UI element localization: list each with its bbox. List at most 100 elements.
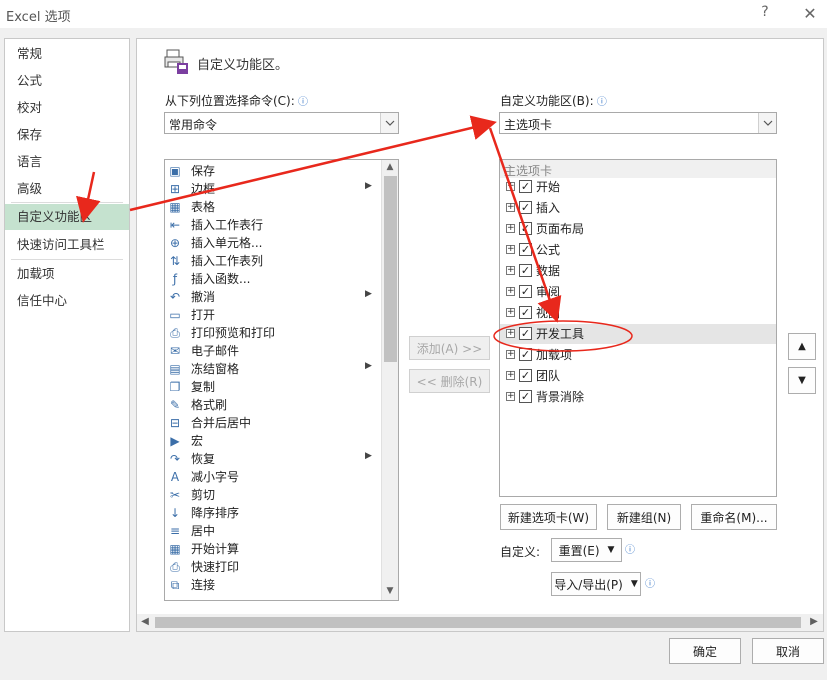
nav-item-save[interactable]: 保存 (5, 122, 129, 148)
list-item[interactable]: ▶ 宏 (165, 432, 375, 450)
expand-icon[interactable]: + (506, 287, 515, 296)
list-item[interactable]: ⊕ 插入单元格... (165, 234, 375, 252)
list-item[interactable]: ▦ 表格 (165, 198, 375, 216)
tab-checkbox[interactable]: ✓ (519, 222, 532, 235)
nav-item-add-ins[interactable]: 加载项 (5, 261, 129, 287)
list-item-label: 打印预览和打印 (191, 326, 276, 340)
list-item[interactable]: ⧉ 连接 (165, 576, 375, 594)
nav-item-formulas[interactable]: 公式 (5, 68, 129, 94)
list-item[interactable]: ✂ 剪切 (165, 486, 375, 504)
add-button[interactable]: 添加(A) >> (409, 336, 490, 360)
cancel-button[interactable]: 取消 (752, 638, 824, 664)
scroll-right-arrow-icon[interactable]: ▶ (809, 616, 819, 627)
expand-icon[interactable]: + (506, 329, 515, 338)
table-icon: ▦ (169, 200, 181, 214)
remove-button[interactable]: << 删除(R) (409, 369, 490, 393)
tab-checkbox[interactable]: ✓ (519, 201, 532, 214)
nav-item-trust-center[interactable]: 信任中心 (5, 288, 129, 314)
tab-checkbox[interactable]: ✓ (519, 369, 532, 382)
tab-checkbox[interactable]: ✓ (519, 264, 532, 277)
new-group-button[interactable]: 新建组(N) (607, 504, 681, 530)
list-item[interactable]: ↷ 恢复 ▶ (165, 450, 375, 468)
commands-list[interactable]: ▣ 保存 ⊞ 边框 ▶ ▦ 表格 ⇤ 插入工作表行 ⊕ 插入单元格... ⇅ 插入工作表列 ƒ 插入函数..… (164, 159, 399, 601)
move-down-button[interactable]: ▼ (788, 367, 816, 394)
expand-icon[interactable]: + (506, 371, 515, 380)
customize-ribbon-combo[interactable]: 主选项卡 (499, 112, 777, 134)
help-button[interactable]: ? (756, 4, 774, 24)
list-item[interactable]: ↓ 降序排序 (165, 504, 375, 522)
nav-item-customize-ribbon[interactable]: 自定义功能区 (5, 204, 129, 230)
list-item[interactable]: A 减小字号 (165, 468, 375, 486)
tab-checkbox[interactable]: ✓ (519, 243, 532, 256)
expand-icon[interactable]: + (506, 224, 515, 233)
tree-item[interactable]: + ✓ 视图 (500, 303, 776, 323)
tree-item[interactable]: + ✓ 开始 (500, 177, 776, 197)
choose-commands-combo[interactable]: 常用命令 (164, 112, 399, 134)
nav-item-quick-access-toolbar[interactable]: 快速访问工具栏 (5, 232, 129, 258)
list-item[interactable]: ▤ 冻结窗格 ▶ (165, 360, 375, 378)
list-item[interactable]: ≡ 居中 (165, 522, 375, 540)
tree-item[interactable]: + ✓ 插入 (500, 198, 776, 218)
tree-item[interactable]: + ✓ 背景消除 (500, 387, 776, 407)
list-item[interactable]: ƒ 插入函数... (165, 270, 375, 288)
nav-item-advanced[interactable]: 高级 (5, 176, 129, 202)
list-item[interactable]: ↶ 撤消 ▶ (165, 288, 375, 306)
commands-list-scrollbar[interactable]: ▲ ▼ (381, 160, 398, 600)
tab-checkbox[interactable]: ✓ (519, 306, 532, 319)
expand-icon[interactable]: + (506, 182, 515, 191)
list-item[interactable]: ✎ 格式刷 (165, 396, 375, 414)
tree-item[interactable]: + ✓ 团队 (500, 366, 776, 386)
tree-item[interactable]: + ✓ 开发工具 (500, 324, 776, 344)
import-export-button[interactable]: 导入/导出(P) ▼ (551, 572, 641, 596)
scroll-down-arrow-icon[interactable]: ▼ (382, 586, 398, 596)
ribbon-tabs-tree[interactable]: 主选项卡 + ✓ 开始 + ✓ 插入 + ✓ 页面布局 + ✓ 公式 + ✓ 数据 + ✓ 审阅 + ✓ 视图 + ✓ 开发工… (499, 159, 777, 497)
panel-horizontal-scrollbar[interactable]: ◀ ▶ (137, 614, 823, 631)
expand-icon[interactable]: + (506, 245, 515, 254)
save-icon: ▣ (169, 164, 181, 178)
move-up-button[interactable]: ▲ (788, 333, 816, 360)
list-item[interactable]: ▣ 保存 (165, 162, 375, 180)
scroll-left-arrow-icon[interactable]: ◀ (140, 616, 150, 627)
scroll-up-arrow-icon[interactable]: ▲ (382, 162, 398, 172)
ok-button[interactable]: 确定 (669, 638, 741, 664)
list-item[interactable]: ▭ 打开 (165, 306, 375, 324)
tree-item[interactable]: + ✓ 审阅 (500, 282, 776, 302)
tab-checkbox[interactable]: ✓ (519, 390, 532, 403)
list-item[interactable]: ✉ 电子邮件 (165, 342, 375, 360)
close-button[interactable]: ✕ (800, 4, 820, 24)
scroll-thumb[interactable] (384, 176, 397, 362)
tab-checkbox[interactable]: ✓ (519, 180, 532, 193)
tree-item[interactable]: + ✓ 数据 (500, 261, 776, 281)
horizontal-scroll-thumb[interactable] (155, 617, 801, 628)
tree-item[interactable]: + ✓ 加载项 (500, 345, 776, 365)
chevron-down-icon[interactable] (380, 113, 398, 133)
list-item[interactable]: ⊟ 合并后居中 (165, 414, 375, 432)
nav-item-general[interactable]: 常规 (5, 41, 129, 67)
list-item[interactable]: ⊞ 边框 ▶ (165, 180, 375, 198)
list-item-label: 宏 (191, 434, 204, 448)
tree-item[interactable]: + ✓ 页面布局 (500, 219, 776, 239)
quick-print-icon: ⎙ (170, 560, 180, 574)
chevron-down-icon[interactable] (758, 113, 776, 133)
nav-item-proofing[interactable]: 校对 (5, 95, 129, 121)
list-item[interactable]: ❐ 复制 (165, 378, 375, 396)
nav-item-language[interactable]: 语言 (5, 149, 129, 175)
reset-dropdown-button[interactable]: 重置(E) ▼ (551, 538, 622, 562)
tree-item[interactable]: + ✓ 公式 (500, 240, 776, 260)
list-item[interactable]: ▦ 开始计算 (165, 540, 375, 558)
tab-checkbox[interactable]: ✓ (519, 348, 532, 361)
expand-icon[interactable]: + (506, 266, 515, 275)
tab-checkbox[interactable]: ✓ (519, 327, 532, 340)
expand-icon[interactable]: + (506, 392, 515, 401)
tab-checkbox[interactable]: ✓ (519, 285, 532, 298)
expand-icon[interactable]: + (506, 308, 515, 317)
new-tab-button[interactable]: 新建选项卡(W) (500, 504, 597, 530)
panel-heading: 自定义功能区。 (197, 58, 289, 73)
list-item[interactable]: ⎙ 快速打印 (165, 558, 375, 576)
rename-button[interactable]: 重命名(M)... (691, 504, 777, 530)
list-item[interactable]: ⇤ 插入工作表行 (165, 216, 375, 234)
expand-icon[interactable]: + (506, 350, 515, 359)
expand-icon[interactable]: + (506, 203, 515, 212)
list-item[interactable]: ⎙ 打印预览和打印 (165, 324, 375, 342)
list-item[interactable]: ⇅ 插入工作表列 (165, 252, 375, 270)
